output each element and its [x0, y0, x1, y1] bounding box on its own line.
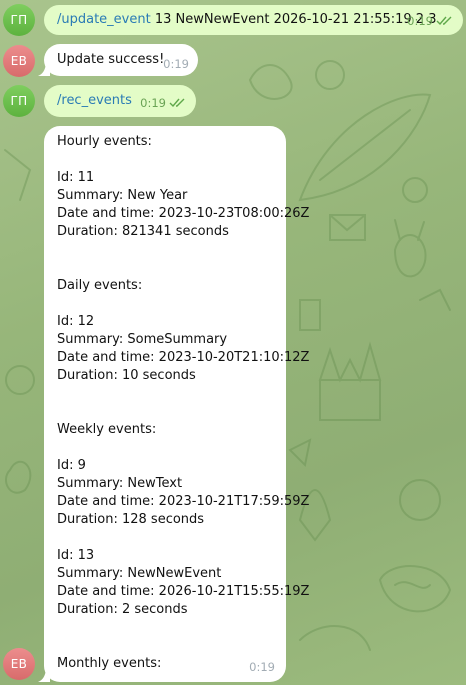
- message-meta: 0:19: [140, 94, 187, 112]
- event-line: Summary: NewText: [57, 476, 183, 491]
- message-text: 13 NewNewEvent 2026-10-21 21:55:19 2 3: [150, 12, 437, 27]
- message-bubble[interactable]: Hourly events: Id: 11 Summary: New Year Dat…: [44, 126, 310, 682]
- avatar[interactable]: ЕВ: [3, 45, 35, 77]
- event-line: Id: 11: [57, 170, 95, 185]
- event-line: Hourly events:: [57, 134, 152, 149]
- avatar-initials: ЕВ: [10, 657, 28, 671]
- event-line: [57, 151, 286, 169]
- event-line: [57, 385, 286, 403]
- event-line: [57, 295, 286, 313]
- event-line: [57, 439, 286, 457]
- event-line: [57, 403, 286, 421]
- double-check-icon: [169, 98, 185, 108]
- event-line: Id: 13: [57, 548, 95, 563]
- avatar[interactable]: ЕВ: [3, 648, 35, 680]
- event-line: Id: 9: [57, 458, 86, 473]
- avatar[interactable]: ГП: [3, 85, 35, 117]
- avatar-initials: ГП: [10, 94, 28, 108]
- event-line: Date and time: 2026-10-21T15:55:19Z: [57, 584, 310, 599]
- avatar-initials: ЕВ: [10, 54, 28, 68]
- message-bubble[interactable]: Update success! 0:19: [44, 44, 198, 76]
- avatar-initials: ГП: [10, 13, 28, 27]
- message-time: 0:19: [407, 14, 433, 28]
- event-line: Duration: 821341 seconds: [57, 224, 229, 239]
- message-meta: 0:19: [163, 55, 189, 73]
- event-line: [57, 259, 286, 277]
- event-line: Id: 12: [57, 314, 95, 329]
- message-time: 0:19: [140, 96, 166, 110]
- command-link[interactable]: /update_event: [57, 12, 151, 27]
- event-line: Daily events:: [57, 278, 143, 293]
- message-meta: 0:19: [407, 12, 454, 30]
- event-line: Date and time: 2023-10-20T21:10:12Z: [57, 350, 310, 365]
- event-line: [57, 619, 286, 637]
- event-line: Date and time: 2023-10-23T08:00:26Z: [57, 206, 310, 221]
- event-line: [57, 241, 286, 259]
- double-check-icon: [436, 16, 452, 26]
- event-line: [57, 637, 286, 655]
- command-link[interactable]: /rec_events: [57, 93, 132, 108]
- message-meta: 0:19: [249, 658, 275, 676]
- message-bubble[interactable]: /update_event 13 NewNewEvent 2026-10-21 …: [44, 5, 463, 35]
- avatar[interactable]: ГП: [3, 4, 35, 36]
- event-line: [57, 529, 286, 547]
- message-time: 0:19: [249, 660, 275, 674]
- message-time: 0:19: [163, 57, 189, 71]
- message-text: Update success!: [57, 52, 165, 67]
- event-line: Summary: SomeSummary: [57, 332, 228, 347]
- event-line: Date and time: 2023-10-21T17:59:59Z: [57, 494, 310, 509]
- event-line: Duration: 10 seconds: [57, 368, 196, 383]
- message-bubble[interactable]: /rec_events 0:19: [44, 85, 196, 117]
- event-line: Summary: New Year: [57, 188, 188, 203]
- event-line: Summary: NewNewEvent: [57, 566, 222, 581]
- event-line: Weekly events:: [57, 422, 157, 437]
- event-line: Duration: 128 seconds: [57, 512, 205, 527]
- event-list: Hourly events: Id: 11 Summary: New Year Dat…: [57, 133, 310, 673]
- event-line: Duration: 2 seconds: [57, 602, 188, 617]
